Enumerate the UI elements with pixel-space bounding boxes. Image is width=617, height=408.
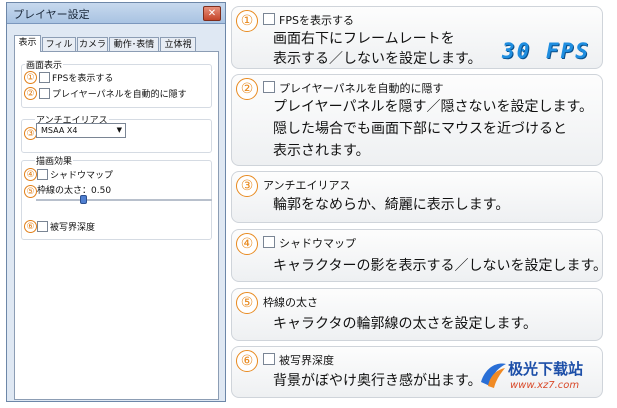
card-4-number: ④ xyxy=(236,233,258,255)
card-3-title: アンチエイリアス xyxy=(263,179,351,192)
fps-checkbox[interactable] xyxy=(39,72,50,83)
card-3-line-1: 輪郭をなめらか、綺麗に表示します。 xyxy=(273,197,510,213)
shadow-checkbox[interactable] xyxy=(37,169,48,180)
fps-option-label: FPSを表示する xyxy=(52,74,114,84)
chevron-down-icon[interactable]: ▼ xyxy=(117,124,122,137)
fps-counter: 30 FPS xyxy=(502,39,590,63)
card-6-title: 被写界深度 xyxy=(263,352,334,368)
outline-width-slider-track[interactable] xyxy=(36,199,212,201)
antialias-selected-value: MSAA X4 xyxy=(41,126,78,135)
screen-display-group-label: 画面表示 xyxy=(25,58,64,71)
tab-stereo[interactable]: 立体視 xyxy=(160,37,196,51)
card-2-title: プレイヤーパネルを自動的に隠す xyxy=(263,80,444,96)
fps-option[interactable]: FPSを表示する xyxy=(39,72,113,84)
tab-camera[interactable]: カメラ xyxy=(77,37,108,51)
marker-5: ⑤ xyxy=(24,185,37,198)
outline-width-slider-thumb[interactable] xyxy=(80,195,87,204)
dof-option-label: 被写界深度 xyxy=(50,223,96,233)
site-watermark: 极光下载站 www.xz7.com xyxy=(478,356,612,402)
marker-1: ① xyxy=(24,71,37,84)
marker-6: ⑥ xyxy=(24,220,37,233)
card-2-checkbox xyxy=(263,81,275,93)
card-3-number: ③ xyxy=(236,175,258,197)
card-2-number: ② xyxy=(236,78,258,100)
card-5-title: 枠線の太さ xyxy=(263,296,318,309)
card-6-title-text: 被写界深度 xyxy=(279,354,334,367)
watermark-name: 极光下载站 xyxy=(508,360,584,378)
card-5-number: ⑤ xyxy=(236,292,258,314)
watermark-url: www.xz7.com xyxy=(510,380,580,391)
card-1-line-2: 表示する／しないを設定します。 xyxy=(273,51,482,67)
effects-group-label: 描画効果 xyxy=(35,154,74,167)
card-1-checkbox xyxy=(263,13,275,25)
card-2-line-2: 隠した場合でも画面下部にマウスを近づけると xyxy=(273,121,567,137)
shadow-option[interactable]: シャドウマップ xyxy=(37,169,113,181)
marker-4: ④ xyxy=(24,168,37,181)
marker-2: ② xyxy=(24,87,37,100)
dof-checkbox[interactable] xyxy=(37,221,48,232)
tab-display[interactable]: 表示 xyxy=(14,35,41,52)
dialog-title: プレイヤー設定 xyxy=(13,8,90,21)
antialias-select[interactable]: MSAA X4 ▼ xyxy=(36,123,126,138)
panel-autohide-option[interactable]: プレイヤーパネルを自動的に隠す xyxy=(39,88,187,100)
card-1-title: FPSを表示する xyxy=(263,12,354,28)
card-6-number: ⑥ xyxy=(236,350,258,372)
tab-bar: 表示 フィルタ カメラ 動作･表情 立体視 xyxy=(14,35,219,64)
card-2-line-3: 表示されます。 xyxy=(273,143,370,159)
card-4-line-1: キャラクターの影を表示する／しないを設定します。 xyxy=(273,258,608,274)
card-4-title: シャドウマップ xyxy=(263,235,356,251)
watermark-logo-icon xyxy=(481,363,506,388)
card-5-line-1: キャラクタの輪郭線の太さを設定します。 xyxy=(273,316,538,332)
panel-autohide-checkbox[interactable] xyxy=(39,88,50,99)
card-2-title-text: プレイヤーパネルを自動的に隠す xyxy=(279,82,444,95)
card-6-checkbox xyxy=(263,353,275,365)
card-1-title-text: FPSを表示する xyxy=(279,14,354,27)
shadow-option-label: シャドウマップ xyxy=(50,171,114,181)
close-icon[interactable]: ✕ xyxy=(203,6,221,21)
card-1-line-1: 画面右下にフレームレートを xyxy=(273,31,455,47)
tab-motion[interactable]: 動作･表情 xyxy=(109,37,159,51)
card-1-number: ① xyxy=(236,10,258,32)
panel-autohide-label: プレイヤーパネルを自動的に隠す xyxy=(52,90,187,100)
card-2-line-1: プレイヤーパネルを隠す／隠さないを設定します。 xyxy=(273,99,594,115)
tab-filter[interactable]: フィルタ xyxy=(42,37,76,64)
card-4-title-text: シャドウマップ xyxy=(279,237,356,250)
player-settings-dialog: プレイヤー設定 ✕ 表示 フィルタ カメラ 動作･表情 立体視 画面表示 ① F… xyxy=(6,2,226,402)
tab-panel-display: 画面表示 ① FPSを表示する ② プレイヤーパネルを自動的に隠す アンチエイリ… xyxy=(14,51,219,400)
outline-width-label: 枠線の太さ：0.50 xyxy=(37,186,112,196)
dof-option[interactable]: 被写界深度 xyxy=(37,221,95,233)
card-6-line-1: 背景がぼやけ奥行き感が出ます。 xyxy=(273,373,482,389)
dialog-titlebar[interactable]: プレイヤー設定 ✕ xyxy=(7,3,225,24)
card-4-checkbox xyxy=(263,236,275,248)
